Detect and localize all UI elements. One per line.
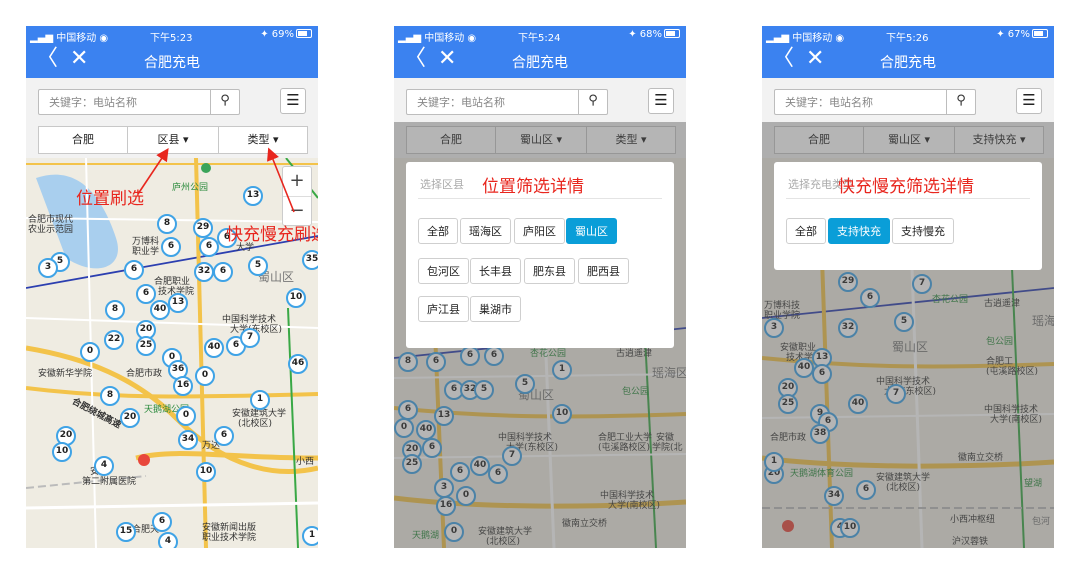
option-chip[interactable]: 支持慢充 — [892, 218, 954, 244]
divider — [786, 198, 1030, 199]
status-bar: ▂▄▆ 中国移动 ◉ 下午5:26 ✦ 67% — [762, 26, 1054, 44]
search-box: ⚲ — [774, 89, 976, 115]
search-input[interactable] — [775, 90, 947, 114]
battery-indicator: ✦ 67% — [996, 29, 1048, 40]
option-chip[interactable]: 全部 — [786, 218, 826, 244]
clock: 下午5:24 — [518, 33, 561, 44]
search-row: ⚲ ☰ — [394, 78, 686, 122]
option-chip[interactable]: 瑶海区 — [460, 218, 511, 244]
option-chip[interactable]: 巢湖市 — [470, 296, 521, 322]
option-chip[interactable]: 全部 — [418, 218, 458, 244]
clock: 下午5:26 — [886, 33, 929, 44]
carrier-label: ▂▄▆ 中国移动 ◉ — [766, 33, 845, 44]
page-title: 合肥充电 — [512, 55, 568, 71]
dropdown-header: 选择区县 — [420, 178, 464, 191]
option-chip[interactable]: 包河区 — [418, 258, 469, 284]
carrier-label: ▂▄▆ 中国移动 ◉ — [398, 33, 477, 44]
phone-screen-3: ▂▄▆ 中国移动 ◉ 下午5:26 ✦ 67% 〈 ✕ 合肥充电 ⚲ ☰ 合肥 … — [762, 26, 1054, 548]
search-row: ⚲ ☰ — [762, 78, 1054, 122]
nav-bar: 〈 ✕ 合肥充电 — [762, 43, 1054, 78]
phone-screen-1: ▂▄▆ 中国移动 ◉ 下午5:23 ✦ 69% 〈 ✕ 合肥充电 ⚲ ☰ 合肥 … — [26, 26, 318, 548]
nav-bar: 〈 ✕ 合肥充电 — [394, 43, 686, 78]
annotation-arrows — [137, 147, 295, 213]
option-chip[interactable]: 庐阳区 — [514, 218, 565, 244]
search-box: ⚲ — [406, 89, 608, 115]
page-title: 合肥充电 — [880, 55, 936, 71]
search-input[interactable] — [407, 90, 579, 114]
annotation-charge-detail: 快充慢充筛选详情 — [838, 177, 974, 197]
phone-screen-2: ▂▄▆ 中国移动 ◉ 下午5:24 ✦ 68% 〈 ✕ 合肥充电 ⚲ ☰ 合肥 … — [394, 26, 686, 548]
option-chip[interactable]: 肥东县 — [524, 258, 575, 284]
option-chip[interactable]: 庐江县 — [418, 296, 469, 322]
battery-indicator: ✦ 68% — [628, 29, 680, 40]
annotation-location-detail: 位置筛选详情 — [482, 177, 584, 197]
search-icon[interactable]: ⚲ — [946, 90, 975, 114]
search-icon[interactable]: ⚲ — [578, 90, 607, 114]
divider — [418, 198, 662, 199]
option-chip[interactable]: 长丰县 — [470, 258, 521, 284]
option-chip-selected[interactable]: 支持快充 — [828, 218, 890, 244]
list-view-icon[interactable]: ☰ — [648, 88, 674, 114]
list-view-icon[interactable]: ☰ — [1016, 88, 1042, 114]
option-chip-selected[interactable]: 蜀山区 — [566, 218, 617, 244]
status-bar: ▂▄▆ 中国移动 ◉ 下午5:24 ✦ 68% — [394, 26, 686, 44]
battery-icon — [664, 29, 680, 38]
battery-icon — [1032, 29, 1048, 38]
option-chip[interactable]: 肥西县 — [578, 258, 629, 284]
